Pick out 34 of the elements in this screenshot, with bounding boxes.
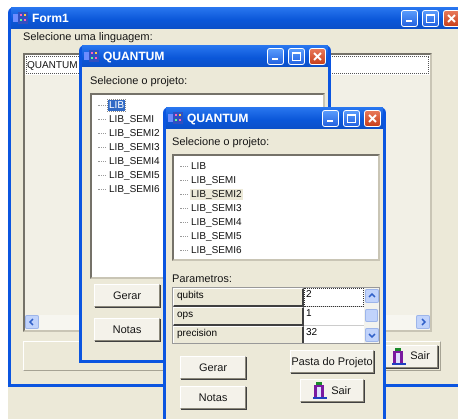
- tree-item[interactable]: LIB_SEMI6: [190, 244, 243, 256]
- tree-item[interactable]: LIB_SEMI4: [108, 156, 161, 166]
- tree-item[interactable]: LIB_SEMI6: [108, 184, 161, 194]
- tree-item[interactable]: LIB_SEMI4: [190, 216, 243, 228]
- window-title: QUANTUM: [187, 111, 250, 125]
- window-title: QUANTUM: [103, 49, 166, 63]
- tree-item[interactable]: LIB: [108, 100, 126, 110]
- table-cell: ops: [173, 307, 304, 326]
- tree-item[interactable]: LIB_SEMI2: [108, 128, 161, 138]
- tree-item[interactable]: LIB_SEMI: [108, 114, 156, 124]
- tree-item[interactable]: LIB_SEMI3: [190, 202, 243, 214]
- window-title: Form1: [32, 11, 70, 25]
- tree-item[interactable]: LIB_SEMI: [190, 174, 238, 186]
- button[interactable]: Notas: [180, 386, 246, 409]
- exit-button[interactable]: Sair: [300, 379, 364, 402]
- prompt-label: Selecione o projeto:: [172, 136, 270, 148]
- button[interactable]: Gerar: [180, 356, 246, 379]
- tree-item[interactable]: LIB_SEMI3: [108, 142, 161, 152]
- button[interactable]: Gerar: [94, 284, 160, 307]
- table-cell[interactable]: 1: [304, 307, 364, 326]
- exit-button[interactable]: Sair: [384, 344, 438, 368]
- button[interactable]: Notas: [94, 318, 160, 341]
- tree-item[interactable]: LIB_SEMI5: [108, 170, 161, 180]
- parameters-label: Parametros:: [172, 273, 232, 285]
- prompt-label: Selecione o projeto:: [90, 75, 188, 87]
- tree-item[interactable]: LIB: [190, 160, 208, 172]
- table-cell: qubits: [173, 288, 304, 307]
- table-cell[interactable]: 32: [304, 326, 364, 343]
- table-cell[interactable]: 2: [304, 288, 364, 307]
- prompt-label: Selecione uma linguagem:: [23, 31, 154, 43]
- tree-item[interactable]: LIB_SEMI2: [190, 188, 243, 200]
- tree-item[interactable]: LIB_SEMI5: [190, 230, 243, 242]
- table-cell: precision: [173, 326, 304, 343]
- button[interactable]: Pasta do Projeto: [290, 350, 374, 373]
